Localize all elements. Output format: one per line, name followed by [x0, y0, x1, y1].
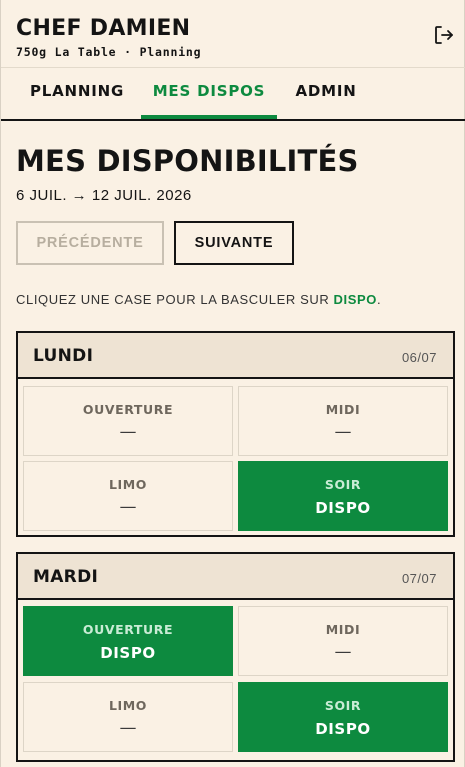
slot-value: DISPO: [315, 499, 371, 517]
slot-value: —: [119, 497, 137, 517]
slot-ouverture[interactable]: OUVERTURE DISPO: [23, 606, 233, 676]
tab-bar: PLANNING MES DISPOS ADMIN: [1, 68, 465, 121]
slot-soir[interactable]: SOIR DISPO: [238, 461, 448, 531]
day-header: MARDI 07/07: [18, 554, 453, 600]
day-date: 06/07: [401, 350, 437, 365]
tab-admin[interactable]: ADMIN: [282, 68, 370, 119]
next-week-button[interactable]: SUIVANTE: [174, 221, 294, 265]
app-frame: CHEF DAMIEN 750g La Table · Planning PLA…: [0, 0, 465, 767]
slot-label: MIDI: [325, 622, 361, 637]
slot-label: OUVERTURE: [82, 622, 174, 637]
slot-label: LIMO: [108, 477, 148, 492]
logout-icon[interactable]: [433, 24, 455, 46]
slot-value: —: [119, 422, 137, 442]
instruction-suffix: .: [377, 292, 382, 307]
slot-value: DISPO: [315, 720, 371, 738]
slot-value: —: [119, 718, 137, 738]
slot-label: LIMO: [108, 698, 148, 713]
day-card: LUNDI 06/07 OUVERTURE — MIDI — LIMO — SO…: [16, 331, 455, 537]
slot-soir[interactable]: SOIR DISPO: [238, 682, 448, 752]
instruction-highlight: DISPO: [333, 292, 378, 307]
slot-label: MIDI: [325, 402, 361, 417]
restaurant-subtitle: 750g La Table · Planning: [16, 45, 202, 59]
slot-midi[interactable]: MIDI —: [238, 606, 448, 676]
page-title: MES DISPONIBILITÉS: [16, 144, 359, 178]
instruction-prefix: CLIQUEZ UNE CASE POUR LA BASCULER SUR: [16, 292, 334, 307]
slot-value: —: [334, 642, 352, 662]
week-date-range: 6 JUIL. → 12 JUIL. 2026: [16, 187, 192, 204]
day-date: 07/07: [401, 571, 437, 586]
slot-ouverture[interactable]: OUVERTURE —: [23, 386, 233, 456]
slot-label: SOIR: [324, 477, 362, 492]
day-name: LUNDI: [33, 346, 94, 366]
slot-label: OUVERTURE: [82, 402, 174, 417]
instruction-text: CLIQUEZ UNE CASE POUR LA BASCULER SUR DI…: [16, 292, 381, 307]
slot-midi[interactable]: MIDI —: [238, 386, 448, 456]
tab-mes-dispos[interactable]: MES DISPOS: [141, 68, 277, 119]
tab-planning[interactable]: PLANNING: [16, 68, 138, 119]
slot-value: DISPO: [100, 644, 156, 662]
app-header: CHEF DAMIEN 750g La Table · Planning: [1, 0, 465, 68]
slot-label: SOIR: [324, 698, 362, 713]
slot-limo[interactable]: LIMO —: [23, 461, 233, 531]
previous-week-button[interactable]: PRÉCÉDENTE: [16, 221, 164, 265]
slot-value: —: [334, 422, 352, 442]
day-card: MARDI 07/07 OUVERTURE DISPO MIDI — LIMO …: [16, 552, 455, 762]
slot-limo[interactable]: LIMO —: [23, 682, 233, 752]
day-header: LUNDI 06/07: [18, 333, 453, 379]
user-name: CHEF DAMIEN: [16, 16, 191, 41]
day-name: MARDI: [33, 567, 99, 587]
